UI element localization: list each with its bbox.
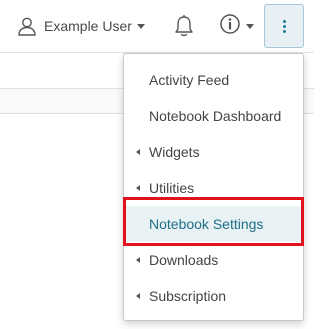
user-icon [17,16,37,36]
menu-item-label: Notebook Dashboard [149,108,282,124]
more-options-dropdown: Activity Feed Notebook Dashboard Widgets… [123,53,304,321]
menu-item-label: Subscription [149,288,227,304]
chevron-down-icon [136,23,145,29]
menu-item-downloads[interactable]: Downloads [125,242,302,278]
chevron-left-icon [136,293,140,299]
more-options-button[interactable] [264,4,304,48]
menu-item-label: Widgets [149,144,200,160]
user-menu-button[interactable]: Example User [17,12,145,40]
menu-item-subscription[interactable]: Subscription [125,278,302,314]
top-header: Example User [0,0,314,53]
chevron-left-icon [136,185,140,191]
menu-item-notebook-dashboard[interactable]: Notebook Dashboard [125,98,302,134]
menu-item-utilities[interactable]: Utilities [125,170,302,206]
menu-item-widgets[interactable]: Widgets [125,134,302,170]
page: Example User Activity Feed Notebook Dash… [0,0,314,329]
chevron-down-icon [246,23,254,29]
notifications-button[interactable] [173,14,195,38]
bell-icon [173,15,195,42]
chevron-left-icon [136,257,140,263]
menu-item-label: Utilities [149,180,195,196]
menu-item-label: Activity Feed [149,72,230,88]
chevron-left-icon [136,149,140,155]
user-name: Example User [44,18,132,34]
info-icon [219,13,241,40]
menu-item-activity-feed[interactable]: Activity Feed [125,62,302,98]
menu-item-label: Notebook Settings [149,216,264,232]
menu-item-notebook-settings[interactable]: Notebook Settings [125,206,302,242]
help-menu-button[interactable] [219,13,254,40]
menu-item-label: Downloads [149,252,219,268]
